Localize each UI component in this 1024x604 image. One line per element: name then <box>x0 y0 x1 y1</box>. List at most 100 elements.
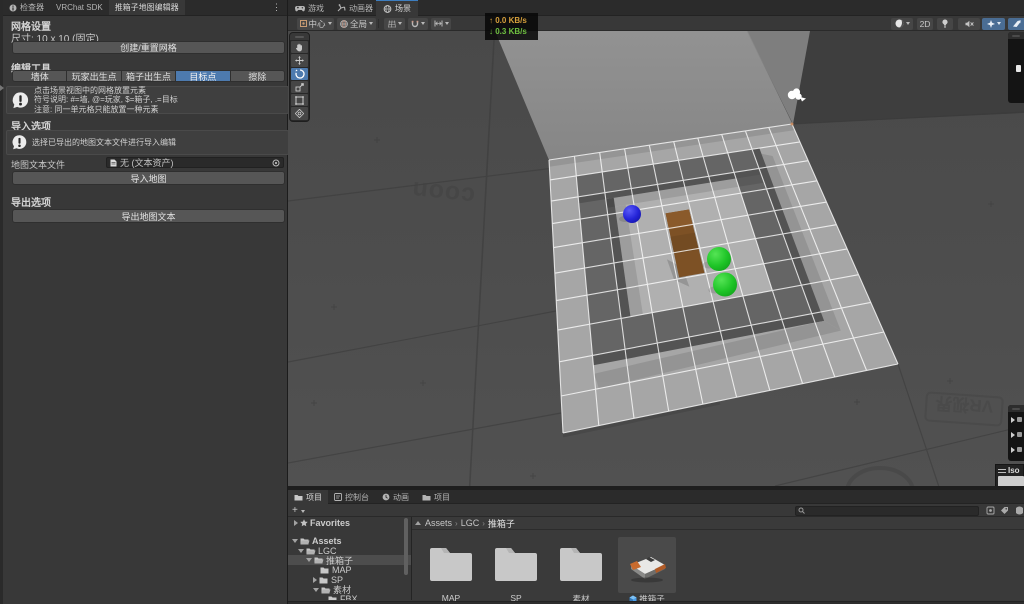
gizmos-button[interactable] <box>1008 17 1024 30</box>
overlay-panel-top-right[interactable] <box>1008 32 1024 103</box>
collapse-arrow-icon[interactable] <box>306 558 312 563</box>
tab-vrchat-sdk[interactable]: VRChat SDK <box>50 0 109 15</box>
expand-arrow-icon[interactable] <box>313 576 317 583</box>
inspector-tabbar: 检查器 VRChat SDK 推箱子地图编辑器 ⋮ <box>3 0 287 16</box>
rotate-tool[interactable] <box>291 67 308 80</box>
transform-tool[interactable] <box>291 107 308 120</box>
tools-drag-handle[interactable] <box>290 33 309 40</box>
tree-item-favorites[interactable]: Favorites <box>288 518 411 528</box>
drag-dots-icon <box>1012 34 1020 37</box>
folder-icon <box>560 548 602 581</box>
info-circle-icon <box>9 4 17 12</box>
import-map-button[interactable]: 导入地图 <box>12 171 285 185</box>
import-helpbox: 选择已导出的地图文本文件进行导入编辑 <box>6 130 289 155</box>
tree-item-sucai[interactable]: 素材 <box>288 585 411 595</box>
tab-map-editor[interactable]: 推箱子地图编辑器 <box>108 0 185 15</box>
tab-project-2-label: 项目 <box>434 492 450 502</box>
tool-wall-button[interactable]: 墙体 <box>12 70 68 82</box>
create-asset-button[interactable]: + <box>292 505 298 516</box>
tab-scene[interactable]: 场景 <box>376 0 418 16</box>
kebab-menu-icon[interactable]: ⋮ <box>272 2 281 13</box>
folder-item-sucai[interactable]: 素材 <box>552 537 610 604</box>
breadcrumb-current[interactable]: 推箱子 <box>488 517 515 530</box>
chevron-down-icon <box>444 22 449 25</box>
collapse-arrow-icon[interactable] <box>292 539 298 543</box>
tree-item-assets[interactable]: Assets <box>288 536 411 546</box>
rect-tool[interactable] <box>291 94 308 107</box>
lighting-toggle-button[interactable] <box>937 17 953 30</box>
project-toolbar: + <box>288 504 1024 517</box>
tool-target-point-button[interactable]: 目标点 <box>176 70 231 82</box>
overlay-icon[interactable] <box>1016 65 1021 72</box>
breadcrumb-separator: › <box>455 518 458 528</box>
overlay-row[interactable] <box>1008 442 1024 457</box>
folder-icon <box>430 548 472 581</box>
overlay-row[interactable] <box>1008 412 1024 427</box>
scene-view-panel: 游戏 动画器 场景 中心 全局 2D coon VR视界 ↑ 0.0 KB/s … <box>288 0 1024 489</box>
audio-toggle-button[interactable] <box>958 17 980 30</box>
scene-viewport[interactable]: coon VR视界 ↑ 0.0 KB/s ↓ 0.3 KB/s Iso <box>288 13 1024 489</box>
tool-box-spawn-button[interactable]: 箱子出生点 <box>121 70 177 82</box>
overlay-panel-bottom-right[interactable] <box>1008 405 1024 461</box>
target-point-sphere-1[interactable] <box>707 247 731 271</box>
collapse-arrow-icon[interactable] <box>313 587 319 592</box>
move-tool[interactable] <box>291 54 308 67</box>
collapse-arrow-icon[interactable] <box>298 548 304 553</box>
text-asset-icon <box>110 159 117 167</box>
tab-inspector-label: 检查器 <box>20 3 44 12</box>
folder-item-map[interactable]: MAP <box>422 537 480 603</box>
grid-visibility-dropdown[interactable] <box>384 17 405 30</box>
search-by-label-icon[interactable] <box>999 506 1010 515</box>
tree-item-map[interactable]: MAP <box>288 565 411 575</box>
tree-item-sokoban[interactable]: 推箱子 <box>288 555 411 566</box>
tree-item-fbx[interactable]: FBX <box>288 594 411 600</box>
tab-console[interactable]: 控制台 <box>328 490 375 504</box>
hidden-search-icon[interactable] <box>1014 506 1024 515</box>
2d-mode-button[interactable]: 2D <box>917 17 933 30</box>
tab-inspector[interactable]: 检查器 <box>3 0 50 15</box>
breadcrumb-lgc[interactable]: LGC <box>461 518 480 528</box>
export-map-text-button[interactable]: 导出地图文本 <box>12 209 285 223</box>
player-spawn-sphere[interactable] <box>623 205 641 223</box>
search-by-type-icon[interactable] <box>985 506 996 515</box>
project-body: Favorites Assets LGC 推箱子 MAP SP 素材 FBX A… <box>288 517 1024 604</box>
breadcrumb-collapse-icon[interactable] <box>415 521 421 525</box>
pivot-icon <box>299 20 307 27</box>
tab-animator[interactable]: 动画器 <box>330 0 380 16</box>
tab-animation[interactable]: 动画 <box>376 490 415 504</box>
tab-game-label: 游戏 <box>308 3 324 13</box>
scale-tool[interactable] <box>291 80 308 94</box>
increment-snap-dropdown[interactable] <box>431 17 451 30</box>
map-text-file-label: 地图文本文件 <box>11 160 66 170</box>
rotation-mode-dropdown[interactable]: 全局 <box>337 17 376 30</box>
folder-item-sp[interactable]: SP <box>487 537 545 603</box>
shading-mode-dropdown[interactable] <box>891 17 913 30</box>
overlay-row[interactable] <box>1008 427 1024 442</box>
map-text-file-field[interactable]: 无 (文本资产) <box>106 157 284 168</box>
create-reset-grid-button[interactable]: 创建/重置网格 <box>12 41 285 54</box>
view-hand-tool[interactable] <box>291 41 308 54</box>
section-export-options: 导出选项 <box>11 198 51 209</box>
tree-scrollbar[interactable] <box>404 518 408 575</box>
play-icon <box>1011 431 1015 438</box>
search-input[interactable] <box>807 506 976 516</box>
overlay-drag-handle[interactable] <box>1008 405 1024 412</box>
project-search-field[interactable] <box>795 506 979 516</box>
pivot-mode-dropdown[interactable]: 中心 <box>297 17 334 30</box>
breadcrumb-assets[interactable]: Assets <box>425 518 452 528</box>
star-icon <box>300 518 308 527</box>
object-picker-icon[interactable] <box>272 159 280 167</box>
overlay-drag-handle[interactable] <box>1008 32 1024 39</box>
tab-project-2[interactable]: 项目 <box>416 490 456 504</box>
target-point-sphere-2[interactable] <box>713 272 737 297</box>
tab-project[interactable]: 项目 <box>288 490 328 504</box>
expand-arrow-icon[interactable] <box>294 519 298 526</box>
prefab-item-sokoban[interactable]: 推箱子 <box>618 537 676 604</box>
folder-icon <box>294 494 303 501</box>
effects-dropdown[interactable] <box>982 17 1005 30</box>
tool-erase-button[interactable]: 擦除 <box>230 70 286 82</box>
tool-player-spawn-button[interactable]: 玩家出生点 <box>67 70 122 82</box>
snap-toggle-dropdown[interactable] <box>408 17 428 30</box>
tab-game[interactable]: 游戏 <box>288 0 331 16</box>
folder-icon <box>422 494 431 501</box>
